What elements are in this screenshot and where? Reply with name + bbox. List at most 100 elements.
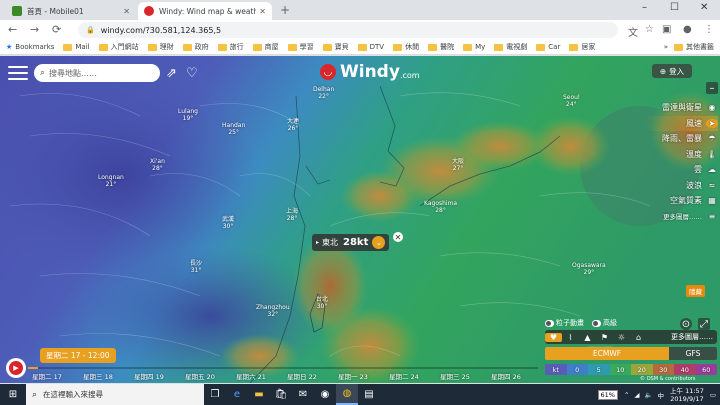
forward-button[interactable]: → xyxy=(30,23,39,36)
clock[interactable]: 上午 11:57 2019/9/17 xyxy=(670,387,704,403)
layer-wind[interactable]: 風速 ➤ xyxy=(642,115,718,131)
timeline-day[interactable]: 星期三 25 xyxy=(436,368,487,382)
bookmark-folder[interactable]: Car xyxy=(536,43,560,51)
bookmark-folder[interactable]: DTV xyxy=(357,43,384,51)
wind-icon[interactable]: ⌇ xyxy=(562,333,579,342)
menu-icon[interactable]: ⋮ xyxy=(704,24,714,35)
fullscreen-icon[interactable]: ⤢ xyxy=(698,318,710,330)
bookmark-folder[interactable]: Mail xyxy=(63,43,90,51)
home-icon[interactable]: ⌂ xyxy=(630,333,647,342)
bookmark-folder[interactable]: 政府 xyxy=(182,42,209,52)
chrome-icon[interactable]: ◍ xyxy=(336,384,358,405)
more-layers-link[interactable]: 更多圖層…… xyxy=(671,332,713,342)
timeline-day[interactable]: 星期五 20 xyxy=(181,368,232,382)
reload-button[interactable]: ⟳ xyxy=(52,23,61,36)
hamburger-menu-button[interactable] xyxy=(8,66,28,80)
sun-icon[interactable]: ☼ xyxy=(613,333,630,342)
layer-air-quality[interactable]: 空氣質素 ▦ xyxy=(642,193,718,209)
bookmark-folder[interactable]: 學習 xyxy=(287,42,314,52)
notification-icon[interactable]: ▭ xyxy=(710,391,716,399)
bookmark-label: 醫院 xyxy=(440,43,455,51)
tab-windy[interactable]: Windy: Wind map & weather fo ✕ xyxy=(138,2,272,20)
copyright-text[interactable]: © OSM & contributors xyxy=(640,376,696,382)
task-view-icon[interactable]: ❐ xyxy=(204,384,226,405)
chevron-up-icon[interactable]: ⌃ xyxy=(624,391,629,399)
bookmarks-more[interactable]: » xyxy=(664,43,668,51)
login-button[interactable]: ⊕ 登入 xyxy=(652,64,692,78)
timeline[interactable]: 星期二 17 星期三 18 星期四 19 星期五 20 星期六 21 星期日 2… xyxy=(28,368,538,382)
edge-browser-icon[interactable]: e xyxy=(226,384,248,405)
bookmark-folder[interactable]: My xyxy=(463,43,485,51)
bookmark-folder[interactable]: 休閒 xyxy=(393,42,419,52)
account-icon[interactable]: ● xyxy=(683,24,692,35)
zoom-out-button[interactable]: – xyxy=(706,82,718,94)
wind-picker-marker[interactable]: ▸ 東北 28kt ⌄ xyxy=(312,234,390,251)
extension-icon[interactable]: ▣ xyxy=(662,24,671,35)
flag-icon[interactable]: ⚑ xyxy=(596,333,613,342)
timeline-day[interactable]: 星期三 18 xyxy=(79,368,130,382)
timeline-day[interactable]: 星期四 19 xyxy=(130,368,181,382)
volume-icon[interactable]: 🔈 xyxy=(644,391,652,399)
layer-temperature[interactable]: 溫度 🌡 xyxy=(642,147,718,163)
bookmark-folder[interactable]: 居家 xyxy=(569,42,595,52)
minimize-button[interactable]: – xyxy=(642,2,647,13)
translate-icon[interactable]: 文 xyxy=(628,24,638,39)
bookmark-folder[interactable]: 旅行 xyxy=(217,42,244,52)
screen: 首頁 - Mobile01 ✕ Windy: Wind map & weathe… xyxy=(0,0,720,405)
layer-clouds[interactable]: 雲 ☁ xyxy=(642,162,718,178)
store-icon[interactable]: 🛍 xyxy=(270,384,292,405)
bookmark-folder[interactable]: 醫院 xyxy=(428,42,454,52)
timeline-day[interactable]: 星期四 26 xyxy=(487,368,538,382)
close-tab-icon[interactable]: ✕ xyxy=(123,7,130,16)
settings-icon[interactable]: ⊙ xyxy=(680,318,692,330)
timeline-day[interactable]: 星期二 17 xyxy=(28,368,79,382)
file-explorer-icon[interactable]: ▬ xyxy=(248,384,270,405)
back-button[interactable]: ← xyxy=(8,23,17,36)
advanced-toggle[interactable] xyxy=(592,319,601,327)
share-icon[interactable]: ⇗ xyxy=(166,66,177,81)
timeline-day[interactable]: 星期一 23 xyxy=(334,368,385,382)
app-icon[interactable]: ▤ xyxy=(358,384,380,405)
favorite-heart-icon[interactable]: ♡ xyxy=(186,66,198,81)
model-ecmwf-button[interactable]: ECMWF xyxy=(545,347,669,360)
layer-more[interactable]: 更多圖層…… ≡ xyxy=(642,209,718,225)
mail-icon[interactable]: ✉ xyxy=(292,384,314,405)
bookmark-folder[interactable]: 理財 xyxy=(147,42,174,52)
layer-rain-thunder[interactable]: 降雨、雷暴 ☂ xyxy=(642,131,718,147)
layer-waves[interactable]: 波浪 ≈ xyxy=(642,178,718,194)
heart-icon[interactable]: ♥ xyxy=(545,332,562,342)
new-tab-button[interactable]: + xyxy=(280,3,290,17)
keyboard-icon[interactable]: 中 xyxy=(658,390,665,400)
timeline-day[interactable]: 星期日 22 xyxy=(283,368,334,382)
windows-start-icon[interactable]: ⊞ xyxy=(0,384,26,405)
close-marker-icon[interactable]: ✕ xyxy=(393,232,403,242)
close-window-button[interactable]: ✕ xyxy=(700,2,708,13)
bookmark-folder[interactable]: 電視劇 xyxy=(494,42,527,52)
timeline-day[interactable]: 星期六 21 xyxy=(232,368,283,382)
wind-map[interactable]: Delhan 22° 大連 26° Seoul 24° Lulang 19° Handa… xyxy=(0,56,720,383)
url-field[interactable]: 🔒 windy.com/?30.581,124.365,5 xyxy=(78,22,618,38)
chevron-down-icon[interactable]: ⌄ xyxy=(372,236,386,249)
maximize-button[interactable]: ☐ xyxy=(670,2,679,13)
layer-radar-satellite[interactable]: 雷達與衛星 ◉ xyxy=(642,100,718,116)
location-search-input[interactable]: ⌕ 搜尋地點…… xyxy=(34,64,160,82)
media-icon[interactable]: ◉ xyxy=(314,384,336,405)
timeline-day[interactable]: 星期二 24 xyxy=(385,368,436,382)
tab-mobile01[interactable]: 首頁 - Mobile01 ✕ xyxy=(6,2,136,20)
play-button[interactable]: ▶ xyxy=(6,358,26,378)
windy-logo[interactable]: ◡ Windy .com xyxy=(320,62,420,82)
battery-indicator[interactable]: 61% xyxy=(597,389,618,400)
taskbar-search-input[interactable]: ⌕ 在這裡輸入來搜尋 xyxy=(26,384,204,405)
close-tab-icon[interactable]: ✕ xyxy=(259,7,266,16)
model-gfs-button[interactable]: GFS xyxy=(669,347,717,360)
bookmark-folder[interactable]: 入門網站 xyxy=(98,42,139,52)
bookmark-folder[interactable]: 商屋 xyxy=(252,42,279,52)
drop-icon[interactable]: ▲ xyxy=(579,333,596,342)
bookmark-folder[interactable]: 寶貝 xyxy=(322,42,349,52)
particles-toggle[interactable] xyxy=(545,319,554,327)
bookmark-bookmarks[interactable]: Bookmarks xyxy=(15,43,54,51)
hide-tag-button[interactable]: 隱藏 xyxy=(686,285,705,297)
other-bookmarks[interactable]: » 其他書籤 xyxy=(664,42,714,52)
star-icon[interactable]: ☆ xyxy=(645,24,654,35)
network-icon[interactable]: ◢ xyxy=(634,391,639,399)
